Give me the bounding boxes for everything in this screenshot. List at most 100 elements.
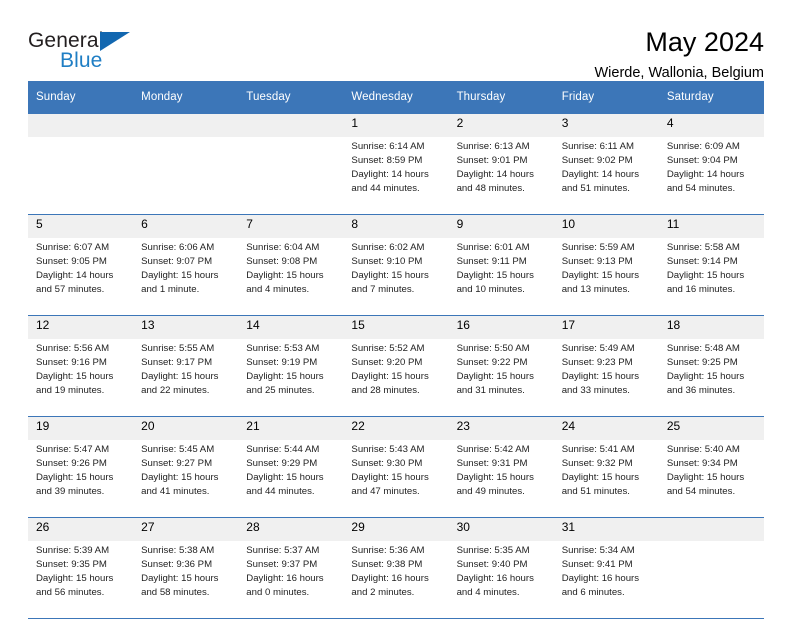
day-detail-line: Daylight: 15 hours [351, 269, 429, 281]
day-number[interactable]: 29 [343, 517, 449, 541]
day-detail-line: Sunset: 9:35 PM [36, 558, 107, 570]
day-detail-line: Sunset: 9:22 PM [456, 356, 528, 368]
day-number[interactable]: 13 [133, 315, 239, 339]
day-detail-line: Sunrise: 5:47 AM [36, 444, 110, 455]
day-detail-line: Sunset: 9:34 PM [666, 457, 738, 469]
day-detail-line: Sunset: 9:17 PM [141, 356, 213, 368]
day-number[interactable]: 14 [238, 315, 344, 339]
day-detail-line: Sunset: 9:10 PM [351, 255, 423, 267]
day-detail-line: and 48 minutes. [456, 182, 525, 194]
day-detail-line: Daylight: 15 hours [246, 471, 324, 483]
day-detail: Sunrise: 5:45 AM Sunset: 9:27 PM Daylight:… [133, 440, 239, 518]
day-detail-line: Sunrise: 6:13 AM [456, 141, 530, 152]
day-detail-line: Sunrise: 5:43 AM [351, 444, 425, 455]
day-detail-line: Daylight: 16 hours [246, 572, 324, 584]
day-detail: Sunrise: 5:59 AM Sunset: 9:13 PM Daylight:… [553, 238, 659, 316]
day-number[interactable]: 24 [553, 416, 659, 440]
day-detail-line: Daylight: 15 hours [36, 471, 114, 483]
week-detail-row: Sunrise: 5:47 AM Sunset: 9:26 PM Daylight:… [28, 440, 764, 518]
day-detail: Sunrise: 5:36 AM Sunset: 9:38 PM Daylight:… [343, 541, 449, 619]
weekday-header-wednesday: Wednesday [343, 81, 449, 114]
day-number[interactable]: 28 [238, 517, 344, 541]
empty-detail-cell [238, 137, 344, 215]
day-number[interactable]: 15 [343, 315, 449, 339]
day-detail-line: Sunset: 9:27 PM [141, 457, 213, 469]
page-title: May 2024 [645, 27, 764, 57]
day-number[interactable]: 17 [553, 315, 659, 339]
day-detail-line: Sunrise: 5:56 AM [36, 343, 110, 354]
day-detail-line: Daylight: 14 hours [456, 168, 534, 180]
day-detail: Sunrise: 5:58 AM Sunset: 9:14 PM Daylight:… [658, 238, 764, 316]
day-detail-line: and 39 minutes. [36, 485, 105, 497]
day-detail-line: Daylight: 15 hours [351, 471, 429, 483]
day-number[interactable]: 4 [658, 113, 764, 137]
weekday-header-sunday: Sunday [28, 81, 134, 114]
day-number[interactable]: 8 [343, 214, 449, 238]
day-number[interactable]: 30 [448, 517, 554, 541]
day-number[interactable]: 1 [343, 113, 449, 137]
day-detail-line: Sunrise: 5:40 AM [666, 444, 740, 455]
page-header: General Blue May 2024 Wierde, Wallonia, … [28, 0, 764, 82]
day-detail-line: Sunrise: 5:55 AM [141, 343, 215, 354]
day-detail-line: Sunset: 9:26 PM [36, 457, 107, 469]
day-number[interactable]: 5 [28, 214, 134, 238]
day-number[interactable]: 2 [448, 113, 554, 137]
day-detail-line: and 10 minutes. [456, 283, 525, 295]
day-detail-line: and 56 minutes. [36, 586, 105, 598]
day-detail: Sunrise: 5:38 AM Sunset: 9:36 PM Daylight:… [133, 541, 239, 619]
empty-day-cell [133, 113, 239, 137]
day-detail-line: Sunrise: 6:01 AM [456, 242, 530, 253]
day-number[interactable]: 31 [553, 517, 659, 541]
day-detail: Sunrise: 6:06 AM Sunset: 9:07 PM Daylight:… [133, 238, 239, 316]
empty-detail-cell [28, 137, 134, 215]
day-number[interactable]: 19 [28, 416, 134, 440]
day-number[interactable]: 27 [133, 517, 239, 541]
day-detail-line: Sunset: 9:36 PM [141, 558, 213, 570]
day-detail-line: and 58 minutes. [141, 586, 210, 598]
day-detail-line: Daylight: 15 hours [666, 370, 745, 382]
day-number[interactable]: 22 [343, 416, 449, 440]
day-number[interactable]: 23 [448, 416, 554, 440]
day-number[interactable]: 21 [238, 416, 344, 440]
day-detail-line: Sunrise: 5:41 AM [561, 444, 635, 455]
day-number[interactable]: 16 [448, 315, 554, 339]
day-detail-line: Sunset: 9:14 PM [666, 255, 738, 267]
day-number[interactable]: 12 [28, 315, 134, 339]
week-daynumber-row: 12 13 14 15 16 17 18 [28, 315, 764, 339]
day-detail-line: Sunrise: 5:34 AM [561, 545, 635, 556]
day-detail: Sunrise: 5:52 AM Sunset: 9:20 PM Daylight:… [343, 339, 449, 417]
day-number[interactable]: 18 [658, 315, 764, 339]
day-detail-line: Daylight: 14 hours [666, 168, 745, 180]
day-detail-line: Sunset: 9:05 PM [36, 255, 107, 267]
day-detail-line: Sunrise: 5:58 AM [666, 242, 740, 253]
day-detail-line: Sunset: 9:07 PM [141, 255, 213, 267]
day-detail-line: and 0 minutes. [246, 586, 310, 598]
day-detail: Sunrise: 5:37 AM Sunset: 9:37 PM Daylight:… [238, 541, 344, 619]
day-detail-line: Daylight: 15 hours [141, 471, 219, 483]
day-detail-line: and 33 minutes. [561, 384, 630, 396]
weekday-header-row: Sunday Monday Tuesday Wednesday Thursday Frid… [28, 81, 764, 114]
day-number[interactable]: 26 [28, 517, 134, 541]
day-detail-line: and 1 minute. [141, 283, 200, 295]
day-detail-line: and 31 minutes. [456, 384, 525, 396]
day-detail: Sunrise: 6:07 AM Sunset: 9:05 PM Daylight:… [28, 238, 134, 316]
day-detail: Sunrise: 5:41 AM Sunset: 9:32 PM Daylight:… [553, 440, 659, 518]
day-number[interactable]: 9 [448, 214, 554, 238]
day-number[interactable]: 10 [553, 214, 659, 238]
day-detail-line: Sunset: 9:37 PM [246, 558, 318, 570]
brand-logo[interactable]: General Blue [28, 28, 148, 74]
day-number[interactable]: 20 [133, 416, 239, 440]
day-number[interactable]: 25 [658, 416, 764, 440]
day-detail: Sunrise: 5:42 AM Sunset: 9:31 PM Daylight:… [448, 440, 554, 518]
day-number[interactable]: 7 [238, 214, 344, 238]
day-number[interactable]: 6 [133, 214, 239, 238]
day-number[interactable]: 11 [658, 214, 764, 238]
day-detail-line: Sunset: 9:40 PM [456, 558, 528, 570]
day-detail-line: and 22 minutes. [141, 384, 210, 396]
day-detail-line: Sunrise: 5:45 AM [141, 444, 215, 455]
day-detail-line: Sunrise: 5:35 AM [456, 545, 530, 556]
week-daynumber-row: 19 20 21 22 23 24 25 [28, 416, 764, 440]
week-detail-row: Sunrise: 6:14 AM Sunset: 8:59 PM Daylight:… [28, 137, 764, 215]
day-detail-line: and 4 minutes. [246, 283, 310, 295]
day-number[interactable]: 3 [553, 113, 659, 137]
